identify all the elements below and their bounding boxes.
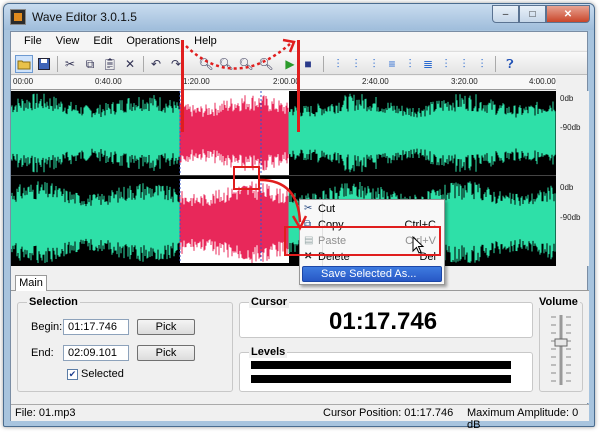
close-button[interactable]: ✕ — [546, 5, 590, 23]
status-cursor-position: Cursor Position: 01:17.746 — [323, 407, 454, 419]
ruler-label: 2:00.00 — [273, 77, 300, 86]
pick-begin-button[interactable]: Pick — [137, 319, 195, 335]
annotation-drag-arrow — [185, 38, 296, 70]
open-icon[interactable] — [15, 55, 33, 73]
menu-view[interactable]: View — [49, 35, 87, 47]
amplify-icon[interactable]: ≡ — [383, 55, 401, 73]
paste-icon[interactable]: 📋︎ — [101, 55, 119, 73]
end-field[interactable]: 02:09.101 — [63, 345, 129, 361]
end-label: End: — [31, 347, 54, 359]
menu-operations[interactable]: Operations — [119, 35, 187, 47]
ruler-label: 2:40.00 — [362, 77, 389, 86]
echo-icon[interactable]: ⫶ — [455, 55, 473, 73]
reverse-icon[interactable]: ≣ — [419, 55, 437, 73]
fade-in-icon[interactable]: ⫶ — [329, 55, 347, 73]
title-bar[interactable]: Wave Editor 3.0.1.5 – □ ✕ — [4, 4, 594, 30]
mouse-pointer-icon — [412, 236, 425, 254]
cursor-time-display: 01:17.746 — [329, 308, 438, 335]
time-ruler[interactable]: 00:00 0:40.00 1:20.00 2:00.00 2:40.00 3:… — [11, 76, 556, 90]
pick-end-button[interactable]: Pick — [137, 345, 195, 361]
levels-title: Levels — [249, 346, 288, 358]
level-meter-right — [251, 375, 511, 383]
help-icon[interactable]: ❓︎ — [501, 55, 519, 73]
normalize-icon[interactable]: ⫶ — [365, 55, 383, 73]
status-bar: File: 01.mp3 Cursor Position: 01:17.746 … — [11, 404, 589, 431]
menu-edit[interactable]: Edit — [86, 35, 119, 47]
cursor-title: Cursor — [249, 296, 290, 308]
db-label: 0db — [560, 183, 574, 192]
app-icon — [10, 9, 26, 25]
delete-icon[interactable]: ✕ — [121, 55, 139, 73]
levels-group — [239, 352, 533, 392]
db-label: -90db — [560, 123, 581, 132]
ruler-label: 00:00 — [13, 77, 34, 86]
window-controls: – □ ✕ — [492, 5, 590, 23]
ruler-label: 4:00.00 — [529, 77, 556, 86]
menu-file[interactable]: File — [17, 35, 49, 47]
maximize-button[interactable]: □ — [519, 5, 546, 23]
waveform-channel-left[interactable] — [11, 91, 556, 175]
begin-label: Begin: — [31, 321, 63, 333]
context-menu-save-selected[interactable]: Save Selected As... — [302, 266, 442, 282]
ruler-label: 3:20.00 — [451, 77, 478, 86]
begin-field[interactable]: 01:17.746 — [63, 319, 129, 335]
fade-out-icon[interactable]: ⫶ — [347, 55, 365, 73]
status-file: File: 01.mp3 — [15, 407, 76, 419]
minimize-button[interactable]: – — [492, 5, 519, 23]
copy-icon[interactable]: ⧉ — [81, 55, 99, 73]
db-label: 0db — [560, 94, 574, 103]
window-title: Wave Editor 3.0.1.5 — [32, 10, 137, 24]
selected-label: Selected — [81, 368, 124, 380]
context-menu-cut[interactable]: ✂ Cut — [302, 202, 442, 218]
db-label: -90db — [560, 213, 581, 222]
volume-slider[interactable] — [543, 313, 579, 387]
undo-icon[interactable]: ↶ — [147, 55, 165, 73]
ruler-label: 0:40.00 — [95, 77, 122, 86]
tab-main[interactable]: Main — [15, 275, 47, 292]
selection-title: Selection — [27, 296, 80, 308]
silence-icon[interactable]: ⫶ — [401, 55, 419, 73]
status-max-amplitude: Maximum Amplitude: 0 dB — [467, 407, 579, 431]
invert-icon[interactable]: ⫶ — [437, 55, 455, 73]
level-meter-left — [251, 361, 511, 369]
effects-icon[interactable]: ⫶ — [473, 55, 491, 73]
selected-checkbox[interactable]: ✔ — [67, 369, 78, 380]
main-panel: Selection Begin: 01:17.746 Pick End: 02:… — [11, 291, 589, 403]
cut-icon[interactable]: ✂ — [61, 55, 79, 73]
volume-title: Volume — [537, 296, 580, 308]
annotation-right-click-box — [233, 166, 260, 190]
db-scale: 0db -90db 0db -90db — [557, 91, 589, 266]
save-icon[interactable] — [35, 55, 53, 73]
ruler-label: 1:20.00 — [183, 77, 210, 86]
